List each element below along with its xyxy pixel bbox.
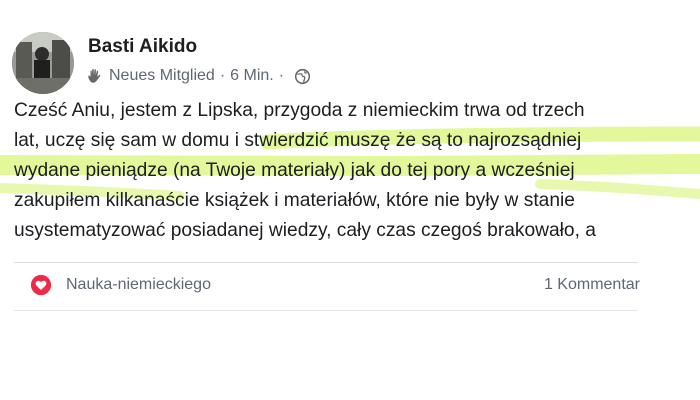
post-body-line: zakupiłem kilkanaście książek i materiał… [14, 190, 575, 211]
post-body-line: lat, uczę się sam w domu i stwierdzić mu… [14, 130, 582, 151]
post-meta: Neues Mitglied · 6 Min. · [86, 66, 311, 86]
post-body-line: usystematyzować posiadanej wiedzy, cały … [14, 220, 596, 241]
footer-divider [14, 310, 638, 311]
author-name[interactable]: Basti Aikido [88, 36, 197, 58]
post-divider [14, 262, 638, 263]
screenshot-page: Basti Aikido Neues Mitglied · 6 Min. · C… [0, 0, 700, 400]
meta-separator: · [219, 67, 226, 84]
avatar-image [12, 32, 74, 94]
heart-icon [30, 274, 52, 296]
meta-separator-2: · [278, 67, 285, 84]
globe-icon[interactable] [294, 68, 311, 85]
post-body-line: Cześć Aniu, jestem z Lipska, przygoda z … [14, 100, 585, 121]
comment-count-link[interactable]: 1 Kommentar [544, 276, 640, 294]
waving-hand-icon [88, 69, 101, 83]
topic-tag[interactable]: Nauka-niemieckiego [66, 276, 211, 294]
post-body: Cześć Aniu, jestem z Lipska, przygoda z … [14, 96, 700, 246]
post-time[interactable]: 6 Min. [230, 67, 274, 85]
post-card: Basti Aikido Neues Mitglied · 6 Min. · C… [0, 0, 700, 340]
post-footer: Nauka-niemieckiego 1 Kommentar [30, 272, 640, 298]
post-body-line: wydane pieniądze (na Twoje materiały) ja… [14, 160, 575, 181]
avatar[interactable] [12, 32, 74, 94]
member-badge: Neues Mitglied [109, 67, 215, 84]
